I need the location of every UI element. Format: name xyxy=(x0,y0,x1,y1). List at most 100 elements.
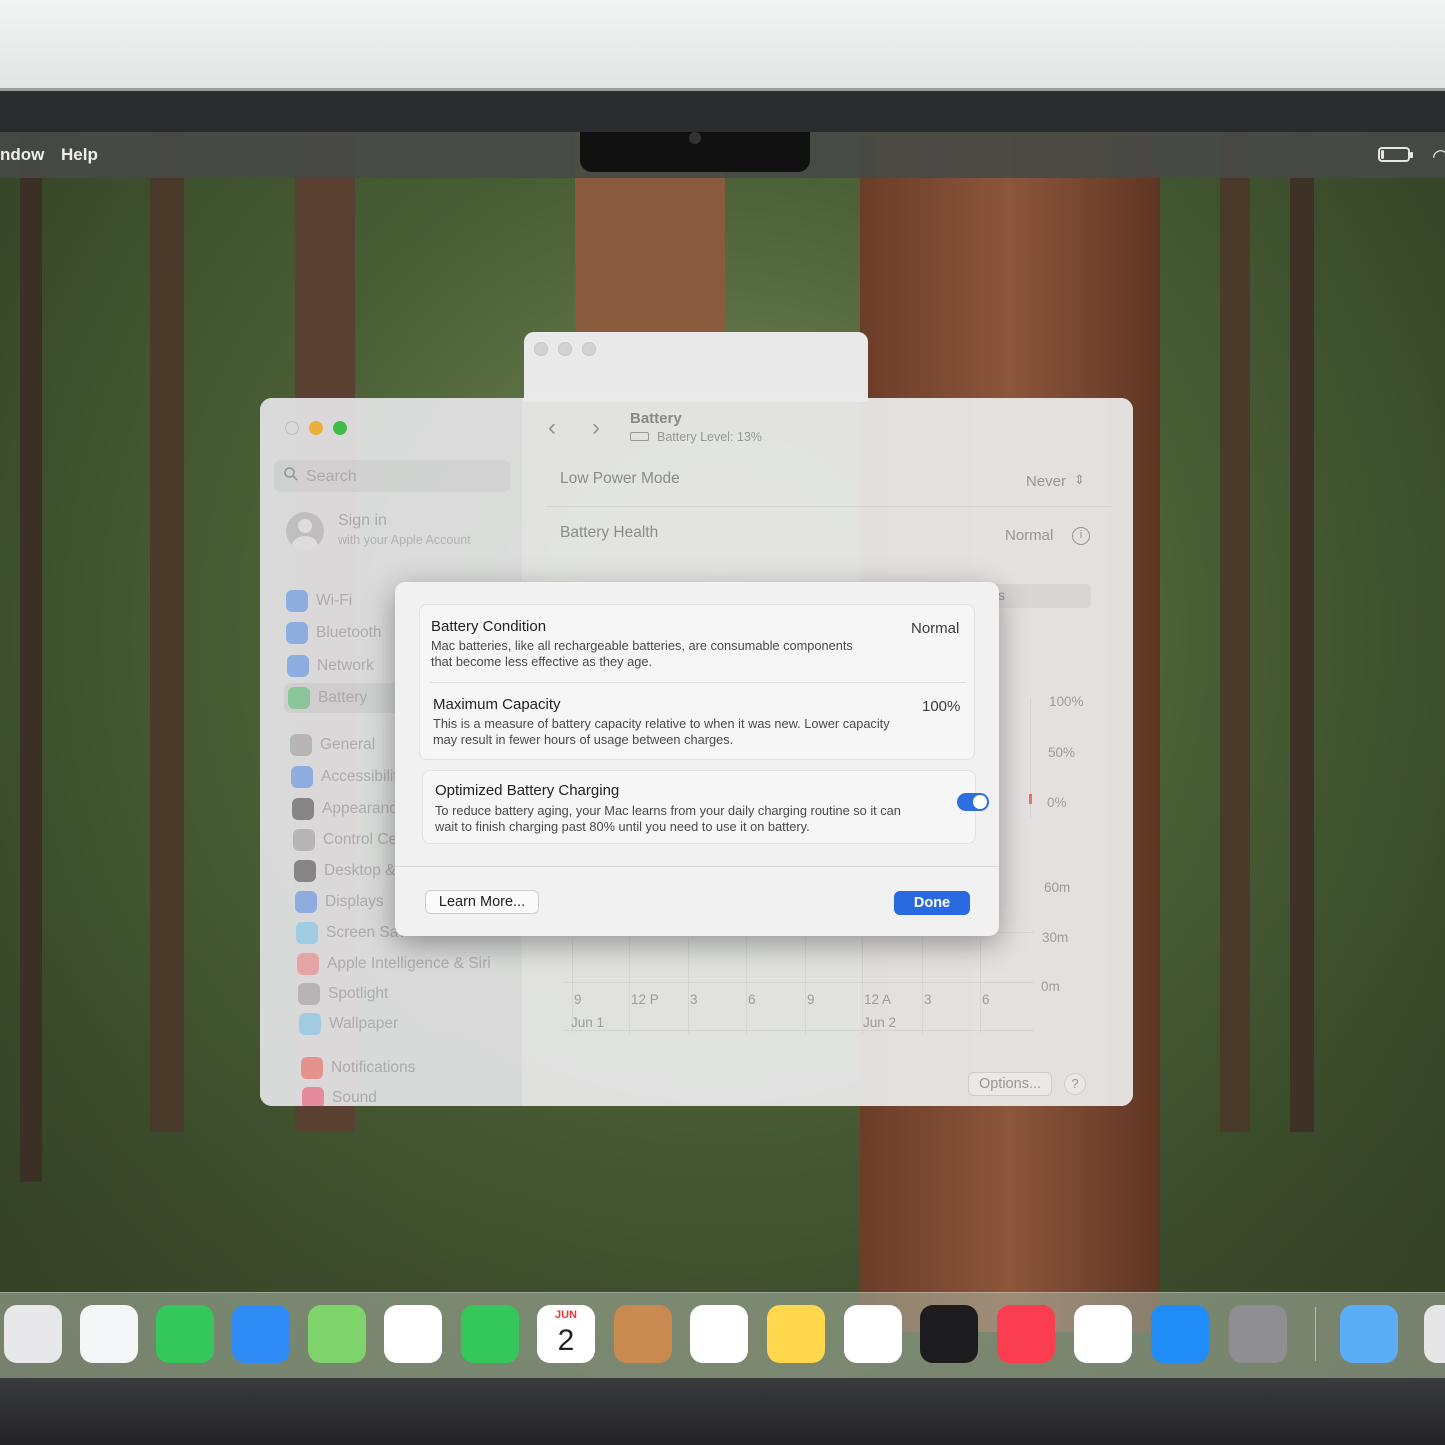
x-tick-label: 6 xyxy=(748,992,756,1007)
sidebar-item-notifications[interactable]: Notifications xyxy=(297,1053,527,1083)
low-power-mode-label: Low Power Mode xyxy=(560,470,680,487)
toggle-knob xyxy=(973,795,987,809)
messages-icon[interactable] xyxy=(156,1305,214,1363)
contacts-icon[interactable] xyxy=(614,1305,672,1363)
wifi-status-icon[interactable]: ◠ xyxy=(1432,144,1445,169)
divider xyxy=(430,682,966,683)
bluetooth-icon xyxy=(286,622,308,644)
sound-icon xyxy=(302,1087,324,1106)
menu-window[interactable]: ndow xyxy=(0,145,44,165)
low-power-mode-select[interactable]: Never xyxy=(1026,473,1066,490)
sidebar-item-apple-intelligence-siri[interactable]: Apple Intelligence & Siri xyxy=(293,949,523,979)
notes-icon[interactable] xyxy=(767,1305,825,1363)
battery-level-icon xyxy=(630,432,649,441)
time-tick-60: 60m xyxy=(1044,880,1071,895)
battery-status-fill xyxy=(1381,150,1384,159)
x-tick-label: 9 xyxy=(574,992,582,1007)
divider xyxy=(546,506,1112,507)
forward-arrow-icon[interactable]: › xyxy=(592,414,600,442)
downloads-folder-icon[interactable] xyxy=(1340,1305,1398,1363)
done-button[interactable]: Done xyxy=(894,891,970,915)
wallpaper-tree xyxy=(20,132,42,1182)
launchpad-icon[interactable] xyxy=(4,1305,62,1363)
trash-icon[interactable] xyxy=(1424,1305,1445,1363)
sidebar-item-spotlight[interactable]: Spotlight xyxy=(294,979,524,1009)
level-tick-0: 0% xyxy=(1047,795,1067,810)
safari-icon[interactable] xyxy=(80,1305,138,1363)
gridline xyxy=(746,938,747,1034)
close-button[interactable] xyxy=(285,421,299,435)
globe-icon xyxy=(287,655,309,677)
gridline xyxy=(980,938,981,1034)
maps-icon[interactable] xyxy=(308,1305,366,1363)
spotlight-icon xyxy=(298,983,320,1005)
mail-icon[interactable] xyxy=(232,1305,290,1363)
close-button[interactable] xyxy=(534,342,548,356)
battery-health-label: Battery Health xyxy=(560,524,659,541)
optimized-charging-description: To reduce battery aging, your Mac learns… xyxy=(435,803,901,834)
level-tick-50: 50% xyxy=(1048,745,1076,760)
control-center-icon xyxy=(293,829,315,851)
x-tick-label: 3 xyxy=(690,992,698,1007)
sidebar-item-label: Battery xyxy=(318,689,368,706)
info-icon[interactable]: i xyxy=(1072,527,1090,545)
zoom-button[interactable] xyxy=(333,421,347,435)
sidebar-item-label: Bluetooth xyxy=(316,624,382,641)
sidebar-item-label: Wallpaper xyxy=(329,1015,399,1032)
music-icon[interactable] xyxy=(997,1305,1055,1363)
gridline xyxy=(922,938,923,1034)
search-input[interactable]: Search xyxy=(274,460,510,492)
system-settings-icon[interactable] xyxy=(1229,1305,1287,1363)
reminders-icon[interactable] xyxy=(690,1305,748,1363)
help-button[interactable]: ? xyxy=(1064,1073,1086,1095)
sidebar-item-label: Appearanc xyxy=(322,800,397,817)
learn-more-button[interactable]: Learn More... xyxy=(425,890,539,914)
zoom-button[interactable] xyxy=(582,342,596,356)
date-label: Jun 2 xyxy=(863,1015,897,1030)
camera-notch xyxy=(580,132,810,172)
battery-health-value: Normal xyxy=(1005,527,1054,544)
tv-icon[interactable] xyxy=(920,1305,978,1363)
photos-icon[interactable] xyxy=(384,1305,442,1363)
optimized-charging-title: Optimized Battery Charging xyxy=(435,782,620,799)
sidebar-item-label: Network xyxy=(317,657,374,674)
desktop-icon xyxy=(294,860,316,882)
optimized-charging-toggle[interactable] xyxy=(957,793,989,811)
calendar-icon[interactable]: JUN 2 xyxy=(537,1305,595,1363)
app-store-icon[interactable] xyxy=(1151,1305,1209,1363)
screensaver-icon xyxy=(296,922,318,944)
gridline xyxy=(805,938,806,1034)
level-bar xyxy=(1029,794,1032,804)
x-tick-label: 9 xyxy=(807,992,815,1007)
battery-status-icon[interactable] xyxy=(1378,147,1413,162)
battery-icon xyxy=(288,687,310,709)
x-tick-label: 12 A xyxy=(864,992,892,1007)
battery-level-text: Battery Level: 13% xyxy=(657,430,762,444)
facetime-icon[interactable] xyxy=(461,1305,519,1363)
gear-icon xyxy=(290,734,312,756)
minimize-button[interactable] xyxy=(309,421,323,435)
sidebar-item-wallpaper[interactable]: Wallpaper xyxy=(295,1009,525,1039)
sidebar-item-sound[interactable]: Sound xyxy=(298,1083,528,1106)
sidebar-item-label: Desktop & xyxy=(324,862,396,879)
options-button[interactable]: Options... xyxy=(968,1072,1052,1096)
battery-condition-title: Battery Condition xyxy=(431,618,547,635)
battery-health-dialog: Battery Condition Normal Mac batteries, … xyxy=(395,582,999,936)
time-tick-0: 0m xyxy=(1041,979,1060,994)
sidebar-item-label: Apple Intelligence & Siri xyxy=(327,955,491,972)
freeform-icon[interactable] xyxy=(844,1305,902,1363)
avatar[interactable] xyxy=(286,512,324,550)
chevron-updown-icon[interactable]: ⇕ xyxy=(1074,472,1085,488)
blank-window xyxy=(524,332,868,402)
back-arrow-icon[interactable]: ‹ xyxy=(548,414,556,442)
minimize-button[interactable] xyxy=(558,342,572,356)
search-icon xyxy=(284,467,298,481)
gridline xyxy=(688,938,689,1034)
wallpaper-tree xyxy=(150,132,184,1132)
sign-in-title[interactable]: Sign in xyxy=(338,512,387,530)
wallpaper-tree xyxy=(1290,132,1314,1132)
wifi-icon xyxy=(286,590,308,612)
news-icon[interactable] xyxy=(1074,1305,1132,1363)
appearance-icon xyxy=(292,798,314,820)
menu-help[interactable]: Help xyxy=(61,145,98,165)
